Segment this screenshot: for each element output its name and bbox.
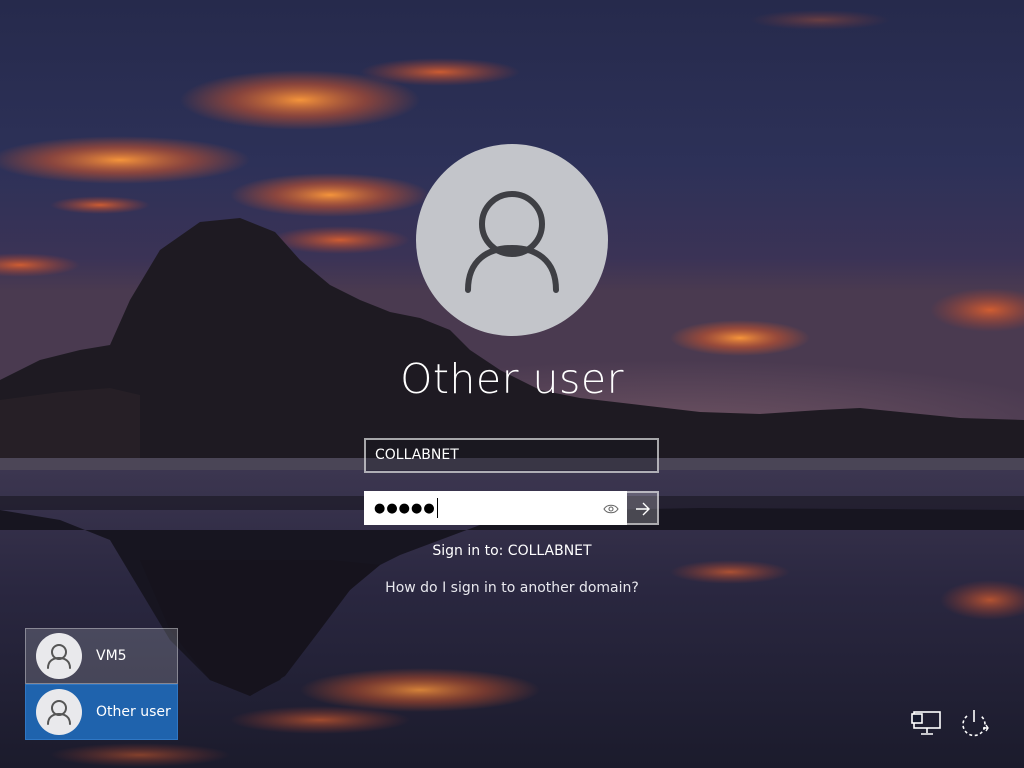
user-tile-other-user[interactable]: Other user [25,684,178,740]
password-mask: ●●●●● [374,501,436,516]
user-silhouette-icon [47,700,71,725]
another-domain-link[interactable]: How do I sign in to another domain? [312,580,712,596]
password-row: ●●●●● [364,491,659,525]
submit-button[interactable] [627,491,659,525]
user-switcher-list: VM5 Other user [25,628,178,740]
arrow-right-icon [636,502,650,516]
password-input[interactable]: ●●●●● [364,491,627,525]
user-avatar-small [36,689,82,735]
power-icon[interactable] [957,706,991,740]
reveal-password-eye-icon[interactable] [603,502,619,516]
text-caret [436,498,438,518]
user-avatar [416,144,608,336]
user-tile-label: Other user [96,704,171,720]
user-tile-vm5[interactable]: VM5 [25,628,178,684]
selected-user-name: Other user [400,355,624,403]
username-input[interactable]: COLLABNET [364,438,659,473]
user-avatar-small [36,633,82,679]
user-silhouette-icon [47,644,71,669]
user-silhouette-icon [465,191,559,293]
sign-in-domain-text: Sign in to: COLLABNET [432,543,592,559]
user-tile-label: VM5 [96,648,127,664]
network-icon[interactable] [910,706,944,740]
